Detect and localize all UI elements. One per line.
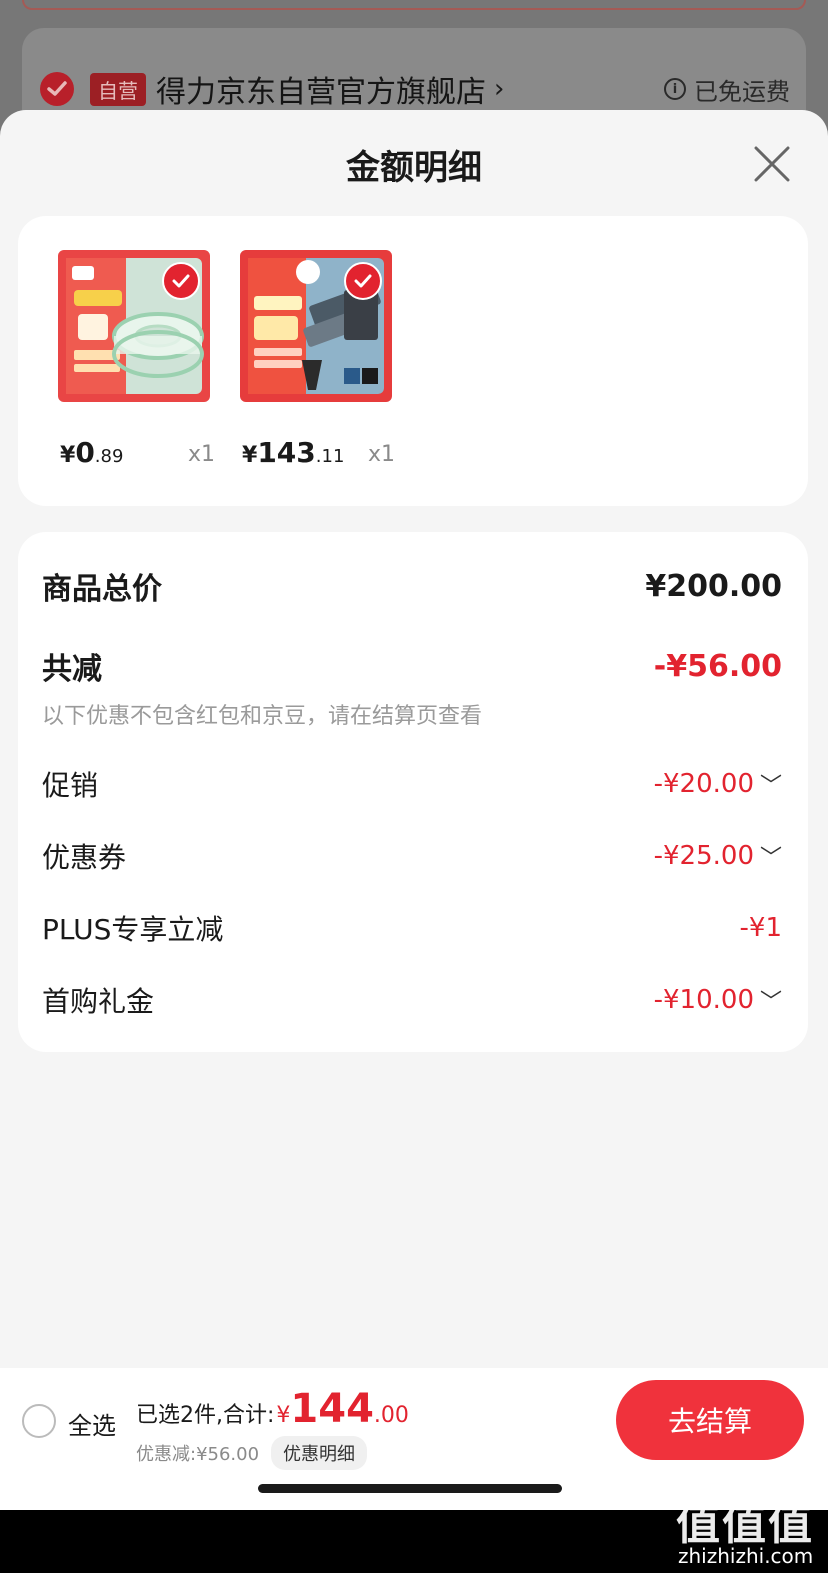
- background-card-edge: [22, 0, 806, 10]
- free-shipping-info[interactable]: i 已免运费: [664, 72, 790, 107]
- store-name[interactable]: 得力京东自营官方旗舰店: [156, 67, 486, 111]
- store-header: 自营 得力京东自营官方旗舰店 › i 已免运费: [40, 66, 790, 112]
- product-price: ¥0.89: [60, 436, 124, 469]
- home-indicator[interactable]: [258, 1484, 562, 1493]
- discount-value: -¥25.00 ﹀: [653, 840, 782, 872]
- close-icon[interactable]: [752, 144, 792, 184]
- discount-summary: 优惠减:¥56.00 优惠明细: [136, 1436, 368, 1470]
- discount-row-plus: PLUS专享立减 -¥1: [42, 908, 782, 948]
- discount-value: -¥10.00 ﹀: [653, 984, 782, 1016]
- store-chevron-icon[interactable]: ›: [494, 74, 504, 104]
- selected-count-text: 已选2件,合计:: [136, 1403, 275, 1428]
- watermark-url: zhizhizhi.com: [678, 1544, 814, 1568]
- total-reduce-value: -¥56.00: [653, 648, 782, 684]
- free-shipping-label: 已免运费: [694, 77, 790, 106]
- discount-note: 以下优惠不包含红包和京豆，请在结算页查看: [42, 704, 483, 729]
- total-amount: 144: [290, 1386, 374, 1432]
- discount-value: -¥1: [739, 913, 782, 943]
- product-card: ¥0.89 x1 ¥143.11 x1: [18, 216, 808, 506]
- chevron-down-icon[interactable]: ﹀: [760, 840, 782, 872]
- total-reduce-label: 共减: [42, 652, 102, 687]
- discount-row-first-purchase[interactable]: 首购礼金 -¥10.00 ﹀: [42, 980, 782, 1020]
- goods-total-row: 商品总价 ¥200.00: [42, 564, 782, 608]
- total-currency: ¥: [276, 1403, 291, 1428]
- total-reduce-row: 共减 -¥56.00: [42, 644, 782, 688]
- checkout-bar: 全选 已选2件,合计: ¥ 144 .00 优惠减:¥56.00 优惠明细 去结…: [0, 1368, 828, 1472]
- checkout-button[interactable]: 去结算: [616, 1380, 804, 1460]
- selected-check-icon: [162, 262, 200, 300]
- product-quantity: x1: [188, 442, 216, 467]
- discount-value: -¥20.00 ﹀: [653, 768, 782, 800]
- goods-total-label: 商品总价: [42, 572, 162, 607]
- total-decimal: .00: [373, 1403, 409, 1428]
- discount-label: 促销: [42, 769, 99, 802]
- store-check-icon[interactable]: [40, 72, 74, 106]
- discount-label: 优惠券: [42, 841, 127, 874]
- product-image-tape[interactable]: [58, 250, 210, 402]
- discount-amount-text: 优惠减:¥56.00: [136, 1444, 260, 1465]
- discount-label: PLUS专享立减: [42, 913, 224, 946]
- amount-detail-card: 商品总价 ¥200.00 共减 -¥56.00 以下优惠不包含红包和京豆，请在结…: [18, 532, 808, 1052]
- select-all-radio[interactable]: [22, 1404, 56, 1438]
- discount-detail-button[interactable]: 优惠明细: [271, 1436, 368, 1470]
- discount-label: 首购礼金: [42, 985, 155, 1018]
- selected-summary: 已选2件,合计: ¥ 144 .00: [136, 1386, 409, 1432]
- select-all-label[interactable]: 全选: [68, 1406, 116, 1441]
- amount-detail-sheet: 金额明细 ¥0.89 x1 ¥143.11 x1 商品总价 ¥200.00 共减…: [0, 110, 828, 1510]
- sheet-title: 金额明细: [346, 148, 482, 188]
- goods-total-value: ¥200.00: [645, 568, 782, 604]
- product-image-usb[interactable]: [240, 250, 392, 402]
- chevron-down-icon[interactable]: ﹀: [760, 984, 782, 1016]
- product-price: ¥143.11: [242, 436, 345, 469]
- product-quantity: x1: [368, 442, 396, 467]
- self-operated-badge: 自营: [90, 72, 146, 106]
- watermark-logo: 值值值: [676, 1499, 814, 1550]
- info-icon: i: [664, 78, 686, 100]
- selected-check-icon: [344, 262, 382, 300]
- chevron-down-icon[interactable]: ﹀: [760, 768, 782, 800]
- discount-row-coupon[interactable]: 优惠券 -¥25.00 ﹀: [42, 836, 782, 876]
- discount-row-promotion[interactable]: 促销 -¥20.00 ﹀: [42, 764, 782, 804]
